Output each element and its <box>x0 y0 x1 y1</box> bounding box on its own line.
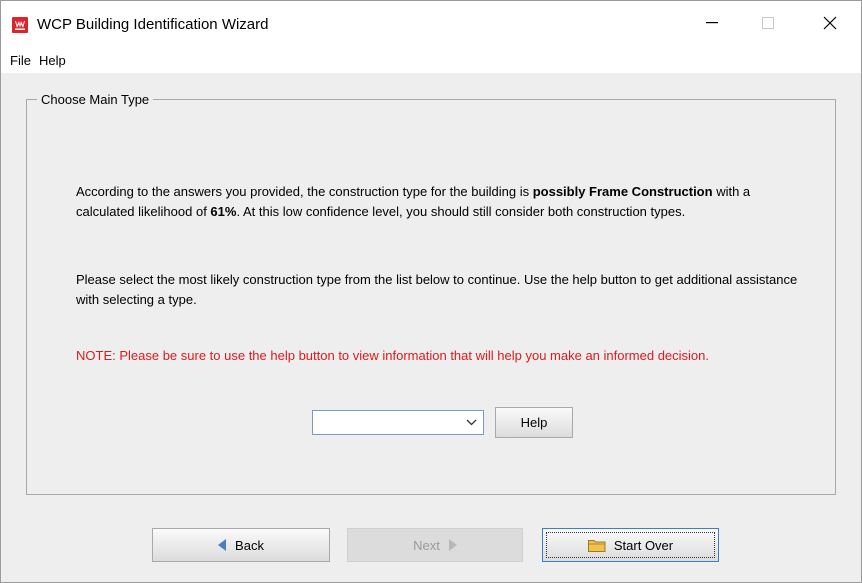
minimize-button[interactable] <box>689 1 735 45</box>
menu-bar: File Help <box>1 45 861 73</box>
window-title: WCP Building Identification Wizard <box>37 16 269 33</box>
result-text-end: . At this low confidence level, you shou… <box>236 204 686 219</box>
title-bar: WCP Building Identification Wizard <box>1 1 861 45</box>
app-icon <box>12 17 28 33</box>
menu-help[interactable]: Help <box>39 53 66 68</box>
minimize-icon <box>706 22 718 24</box>
chevron-down-icon <box>466 419 477 426</box>
back-button[interactable]: Back <box>152 528 330 562</box>
folder-icon <box>587 540 606 552</box>
close-button[interactable] <box>807 1 853 45</box>
group-title: Choose Main Type <box>37 92 154 107</box>
maximize-icon <box>762 17 774 29</box>
arrow-left-icon <box>218 539 227 551</box>
note-paragraph: NOTE: Please be sure to use the help but… <box>76 348 710 363</box>
next-button-label: Next <box>413 537 440 553</box>
close-icon <box>823 16 837 30</box>
wizard-window: WCP Building Identification Wizard File … <box>0 0 862 583</box>
next-button: Next <box>347 528 523 562</box>
back-button-label: Back <box>235 537 264 553</box>
result-text-start: According to the answers you provided, t… <box>76 184 533 199</box>
start-over-button[interactable]: Start Over <box>542 528 719 562</box>
instruction-paragraph: Please select the most likely constructi… <box>76 272 798 307</box>
result-type: possibly Frame Construction <box>532 184 713 199</box>
maximize-button[interactable] <box>745 1 791 45</box>
result-paragraph: According to the answers you provided, t… <box>76 182 806 222</box>
arrow-right-icon <box>448 539 457 551</box>
help-button[interactable]: Help <box>495 407 573 438</box>
help-button-label: Help <box>520 415 548 430</box>
construction-type-select[interactable] <box>312 410 484 435</box>
start-over-button-label: Start Over <box>613 537 674 553</box>
menu-file[interactable]: File <box>10 53 31 68</box>
result-likelihood: 61% <box>210 204 237 219</box>
